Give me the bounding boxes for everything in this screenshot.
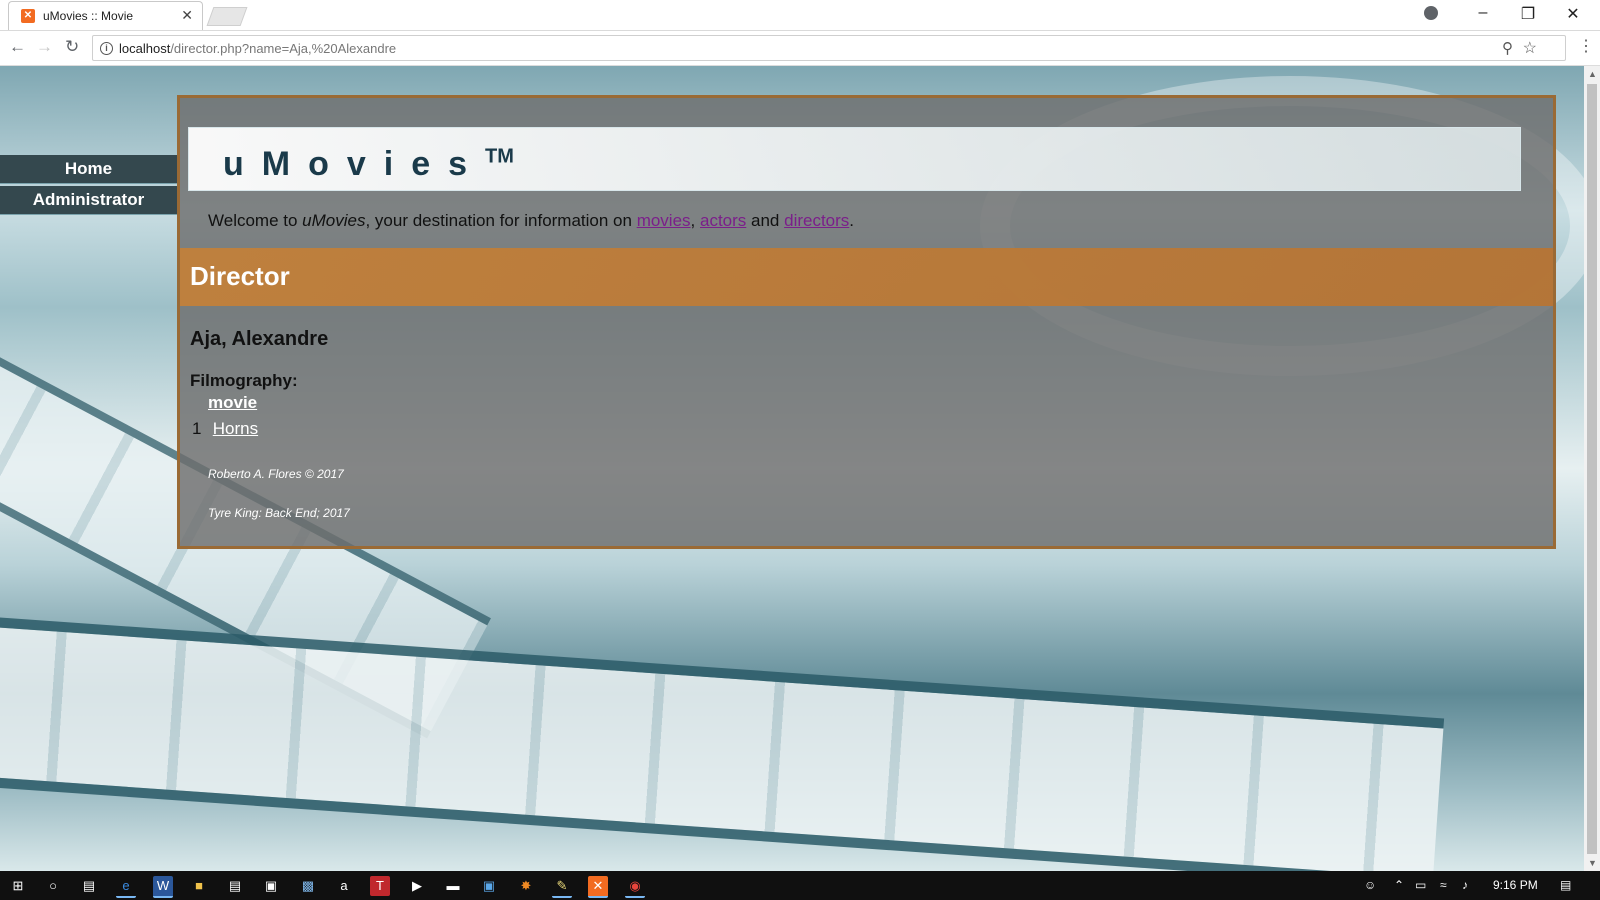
scroll-thumb[interactable] [1587,84,1597,854]
page-viewport: Home Administrator uMoviesTM Welcome to … [0,66,1584,871]
welcome-comma: , [690,211,700,230]
url-path: /director.php?name=Aja,%20Alexandre [170,41,397,56]
filmography-label: Filmography: [190,371,298,390]
movies-link[interactable]: movies [637,211,691,230]
back-arrow-icon[interactable]: ← [9,37,26,57]
xampp-favicon-icon: ✕ [21,9,35,23]
remote-desktop-icon[interactable]: ▣ [479,876,499,896]
info-icon[interactable]: i [100,42,113,55]
browser-titlebar: ✕ uMovies :: Movie ✕ – ❐ ✕ [0,0,1600,31]
tab-title: uMovies :: Movie [43,9,134,23]
vpn-icon[interactable]: ▬ [443,876,463,896]
trademark-sign: TM [485,145,514,168]
wifi-icon[interactable]: ≈ [1440,878,1447,892]
tray-chevron-up-icon[interactable]: ⌃ [1394,878,1404,892]
profile-icon[interactable] [1424,6,1438,20]
edge-browser-icon[interactable]: e [116,876,136,898]
close-window-button[interactable]: ✕ [1558,4,1588,24]
logo-text: uMovies [223,145,486,183]
store-icon[interactable]: ▣ [261,876,281,896]
action-center-icon[interactable]: ▤ [1560,878,1571,892]
amazon-icon[interactable]: a [334,876,354,896]
taskbar-clock[interactable]: 9:16 PM [1493,878,1538,892]
url-host: localhost [119,41,171,56]
browser-menu-icon[interactable]: ⋮ [1578,36,1594,56]
forward-arrow-icon[interactable]: → [36,37,53,57]
welcome-middle: , your destination for information on [365,211,637,230]
zoom-icon[interactable]: ⚲ [1502,39,1513,57]
reload-icon[interactable]: ↻ [65,37,79,57]
file-explorer-icon[interactable]: ■ [189,876,209,896]
windows-start-icon[interactable]: ⊞ [8,876,28,896]
people-icon[interactable]: ☺ [1364,878,1376,892]
volume-icon[interactable]: ♪ [1462,878,1468,892]
new-tab-button[interactable] [206,7,248,26]
chrome-icon[interactable]: ◉ [625,876,645,898]
blender-icon[interactable]: ✸ [516,876,536,896]
restore-button[interactable]: ❐ [1513,4,1543,24]
browser-tab[interactable]: ✕ uMovies :: Movie ✕ [8,1,203,30]
notepad-icon[interactable]: ✎ [552,876,572,898]
table-row: 1 Horns [192,419,258,439]
task-view-icon[interactable]: ▤ [79,876,99,896]
site-logo: uMoviesTM [223,145,514,184]
close-tab-icon[interactable]: ✕ [181,7,193,24]
page-scrollbar[interactable]: ▲ ▼ [1584,66,1600,871]
section-title: Director [190,261,290,291]
scroll-down-arrow-icon[interactable]: ▼ [1588,858,1597,868]
side-navigation: Home Administrator [0,155,177,217]
browser-toolbar: ← → ↻ i localhost/director.php?name=Aja,… [0,31,1600,66]
main-content-panel: uMoviesTM Welcome to uMovies, your desti… [177,95,1556,549]
document-icon[interactable]: ▤ [225,876,245,896]
welcome-message: Welcome to uMovies, your destination for… [208,211,854,231]
nav-administrator-link[interactable]: Administrator [0,186,177,215]
film-strip-background-lower [0,613,1445,871]
credit-line-1: Roberto A. Flores © 2017 [208,467,344,481]
welcome-period: . [849,211,855,230]
scroll-up-arrow-icon[interactable]: ▲ [1588,69,1597,79]
actors-link[interactable]: actors [700,211,746,230]
battery-icon[interactable]: ▭ [1415,878,1426,892]
welcome-and: and [746,211,785,230]
url-text[interactable]: localhost/director.php?name=Aja,%20Alexa… [119,41,396,56]
director-name: Aja, Alexandre [190,328,329,350]
film-title-link[interactable]: Horns [213,419,258,438]
movie-column-header[interactable]: movie [208,393,257,413]
credit-line-2: Tyre King: Back End; 2017 [208,506,350,520]
directors-link[interactable]: directors [784,211,849,230]
bookmark-star-icon[interactable]: ☆ [1523,38,1537,58]
address-bar[interactable]: i localhost/director.php?name=Aja,%20Ale… [92,35,1566,61]
film-number: 1 [192,419,202,438]
control-panel-icon[interactable]: ▩ [298,876,318,896]
app-t-icon[interactable]: T [370,876,390,896]
media-player-icon[interactable]: ▶ [407,876,427,896]
welcome-brand: uMovies [302,211,366,230]
site-banner: uMoviesTM [188,127,1521,191]
section-header: Director [180,248,1553,306]
nav-home-link[interactable]: Home [0,155,177,184]
cortana-search-icon[interactable]: ○ [43,876,63,896]
welcome-prefix: Welcome to [208,211,303,230]
minimize-button[interactable]: – [1468,4,1498,22]
word-icon[interactable]: W [153,876,173,898]
xampp-icon[interactable]: ✕ [588,876,608,898]
windows-taskbar: ⊞ ○ ▤ e W ■ ▤ ▣ ▩ a T ▶ ▬ ▣ ✸ ✎ ✕ ◉ ☺ ⌃ … [0,871,1600,900]
